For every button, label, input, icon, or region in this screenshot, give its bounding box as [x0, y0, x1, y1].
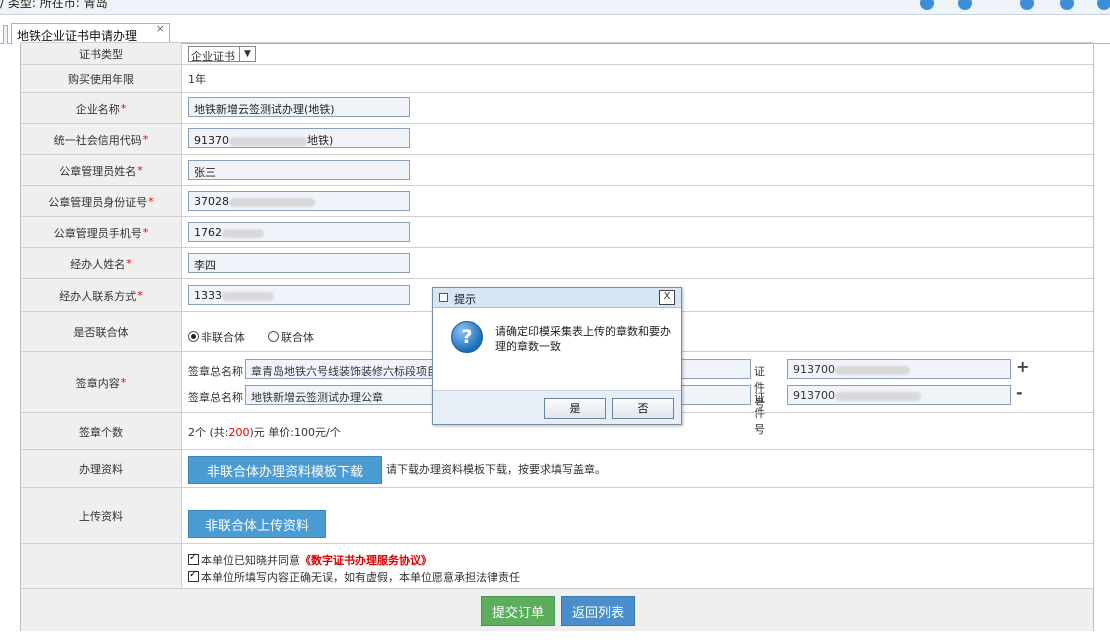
submit-order-button[interactable]: 提交订单: [481, 596, 555, 626]
question-icon: ?: [451, 321, 483, 353]
label-agent-name: 经办人姓名 *: [21, 248, 182, 279]
label-company: 企业名称 *: [21, 93, 182, 124]
row-agent-name: 经办人姓名 * 李四: [21, 247, 1093, 279]
seal-name-caption: 签章总名称: [188, 365, 243, 378]
no-button[interactable]: 否: [612, 398, 674, 419]
tab-close-icon[interactable]: ×: [156, 22, 165, 35]
seal-count-value: 2个 (共:200)元 单价:100元/个: [188, 425, 341, 439]
download-template-button[interactable]: 非联合体办理资料模板下载: [188, 456, 382, 484]
label-admin-id: 公章管理员身份证号 *: [21, 186, 182, 217]
dialog-message: 请确定印模采集表上传的章数和要办理的章数一致: [495, 325, 671, 353]
dialog-titlebar: 提示 X: [433, 288, 681, 308]
label-cert-type: 证书类型: [21, 43, 182, 65]
row-admin-name: 公章管理员姓名 * 张三: [21, 154, 1093, 186]
chevron-down-icon: ▼: [239, 47, 255, 61]
label-credit-code: 统一社会信用代码 *: [21, 124, 182, 155]
label-agreement: [21, 544, 182, 589]
remove-seal-button[interactable]: -: [1016, 383, 1023, 402]
row-admin-phone: 公章管理员手机号 * 1762: [21, 216, 1093, 248]
help-icon[interactable]: [1060, 0, 1074, 10]
yes-button[interactable]: 是: [544, 398, 606, 419]
agree-truthful: 本单位所填写内容正确无误，如有虚假，本单位愿意承担法律责任: [188, 569, 520, 585]
agent-name-input[interactable]: 李四: [188, 253, 410, 273]
label-seal-count: 签章个数: [21, 413, 182, 450]
row-years: 购买使用年限 1年: [21, 64, 1093, 93]
seal-name-caption: 签章总名称: [188, 391, 243, 404]
confirm-dialog: 提示 X ? 请确定印模采集表上传的章数和要办理的章数一致 是 否: [432, 287, 682, 425]
upload-materials-button[interactable]: 非联合体上传资料: [188, 510, 326, 538]
label-admin-name: 公章管理员姓名 *: [21, 155, 182, 186]
dialog-title: 提示: [454, 293, 476, 306]
protocol-link[interactable]: 《数字证书办理服务协议》: [300, 554, 432, 567]
label-seal-content: 签章内容 *: [21, 352, 182, 413]
row-credit-code: 统一社会信用代码 * 91370 地铁): [21, 123, 1093, 155]
tab-bar: 地铁企业证书申请办理 ×: [0, 22, 1110, 45]
label-agent-contact: 经办人联系方式 *: [21, 279, 182, 312]
row-admin-id: 公章管理员身份证号 * 37028: [21, 185, 1093, 217]
agent-contact-input[interactable]: 1333: [188, 285, 410, 305]
row-upload: 上传资料 非联合体上传资料: [21, 487, 1093, 544]
seal-cert-input-1[interactable]: 913700: [787, 359, 1011, 379]
materials-hint: 请下载办理资料模板下载，按要求填写盖章。: [386, 463, 606, 476]
truthful-checkbox[interactable]: [188, 569, 199, 582]
cert-type-select[interactable]: 企业证书 ▼: [188, 46, 256, 63]
admin-phone-input[interactable]: 1762: [188, 222, 410, 242]
label-materials: 办理资料: [21, 450, 182, 488]
years-value: 1年: [188, 73, 206, 86]
tab-bar-edge: [3, 25, 8, 44]
label-joint: 是否联合体: [21, 312, 182, 352]
seal-cert-input-2[interactable]: 913700: [787, 385, 1011, 405]
row-agreement: 本单位已知晓并同意《数字证书办理服务协议》 本单位所填写内容正确无误，如有虚假，…: [21, 543, 1093, 589]
label-admin-phone: 公章管理员手机号 *: [21, 217, 182, 248]
settings-icon[interactable]: [1020, 0, 1034, 10]
row-materials: 办理资料 非联合体办理资料模板下载 请下载办理资料模板下载，按要求填写盖章。: [21, 449, 1093, 488]
forward-icon[interactable]: [958, 0, 972, 10]
row-company: 企业名称 * 地铁新增云签测试办理(地铁): [21, 92, 1093, 124]
add-seal-button[interactable]: +: [1016, 357, 1029, 376]
window-icon: [439, 293, 448, 302]
agree-protocol: 本单位已知晓并同意《数字证书办理服务协议》: [188, 552, 432, 568]
credit-code-input[interactable]: 91370 地铁): [188, 128, 410, 148]
radio-joint[interactable]: 联合体: [268, 331, 314, 344]
joint-radio-group: 非联合体 联合体: [188, 329, 314, 345]
dialog-footer: 是 否: [433, 390, 681, 424]
back-to-list-button[interactable]: 返回列表: [561, 596, 635, 626]
close-icon[interactable]: X: [659, 290, 675, 305]
label-upload: 上传资料: [21, 488, 182, 544]
user-icon[interactable]: [1097, 0, 1110, 10]
row-actions: 提交订单 返回列表: [21, 588, 1093, 631]
company-input[interactable]: 地铁新增云签测试办理(地铁): [188, 97, 410, 117]
top-bar: / 类型: 所在市: 青岛: [0, 0, 1110, 15]
row-cert-type: 证书类型 企业证书 ▼: [21, 42, 1093, 65]
radio-non-joint[interactable]: 非联合体: [188, 331, 245, 344]
agree-checkbox[interactable]: [188, 552, 199, 565]
user-info: / 类型: 所在市: 青岛: [0, 0, 108, 10]
back-icon[interactable]: [920, 0, 934, 10]
admin-id-input[interactable]: 37028: [188, 191, 410, 211]
label-years: 购买使用年限: [21, 65, 182, 93]
admin-name-input[interactable]: 张三: [188, 160, 410, 180]
